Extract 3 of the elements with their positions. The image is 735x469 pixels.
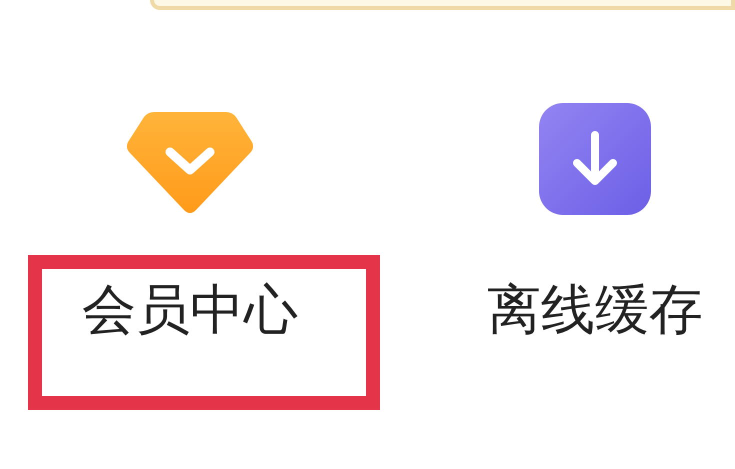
menu-label[interactable]: 离线缓存 [487,278,703,342]
menu-label[interactable]: 会员中心 [82,278,298,342]
download-icon [539,103,651,215]
